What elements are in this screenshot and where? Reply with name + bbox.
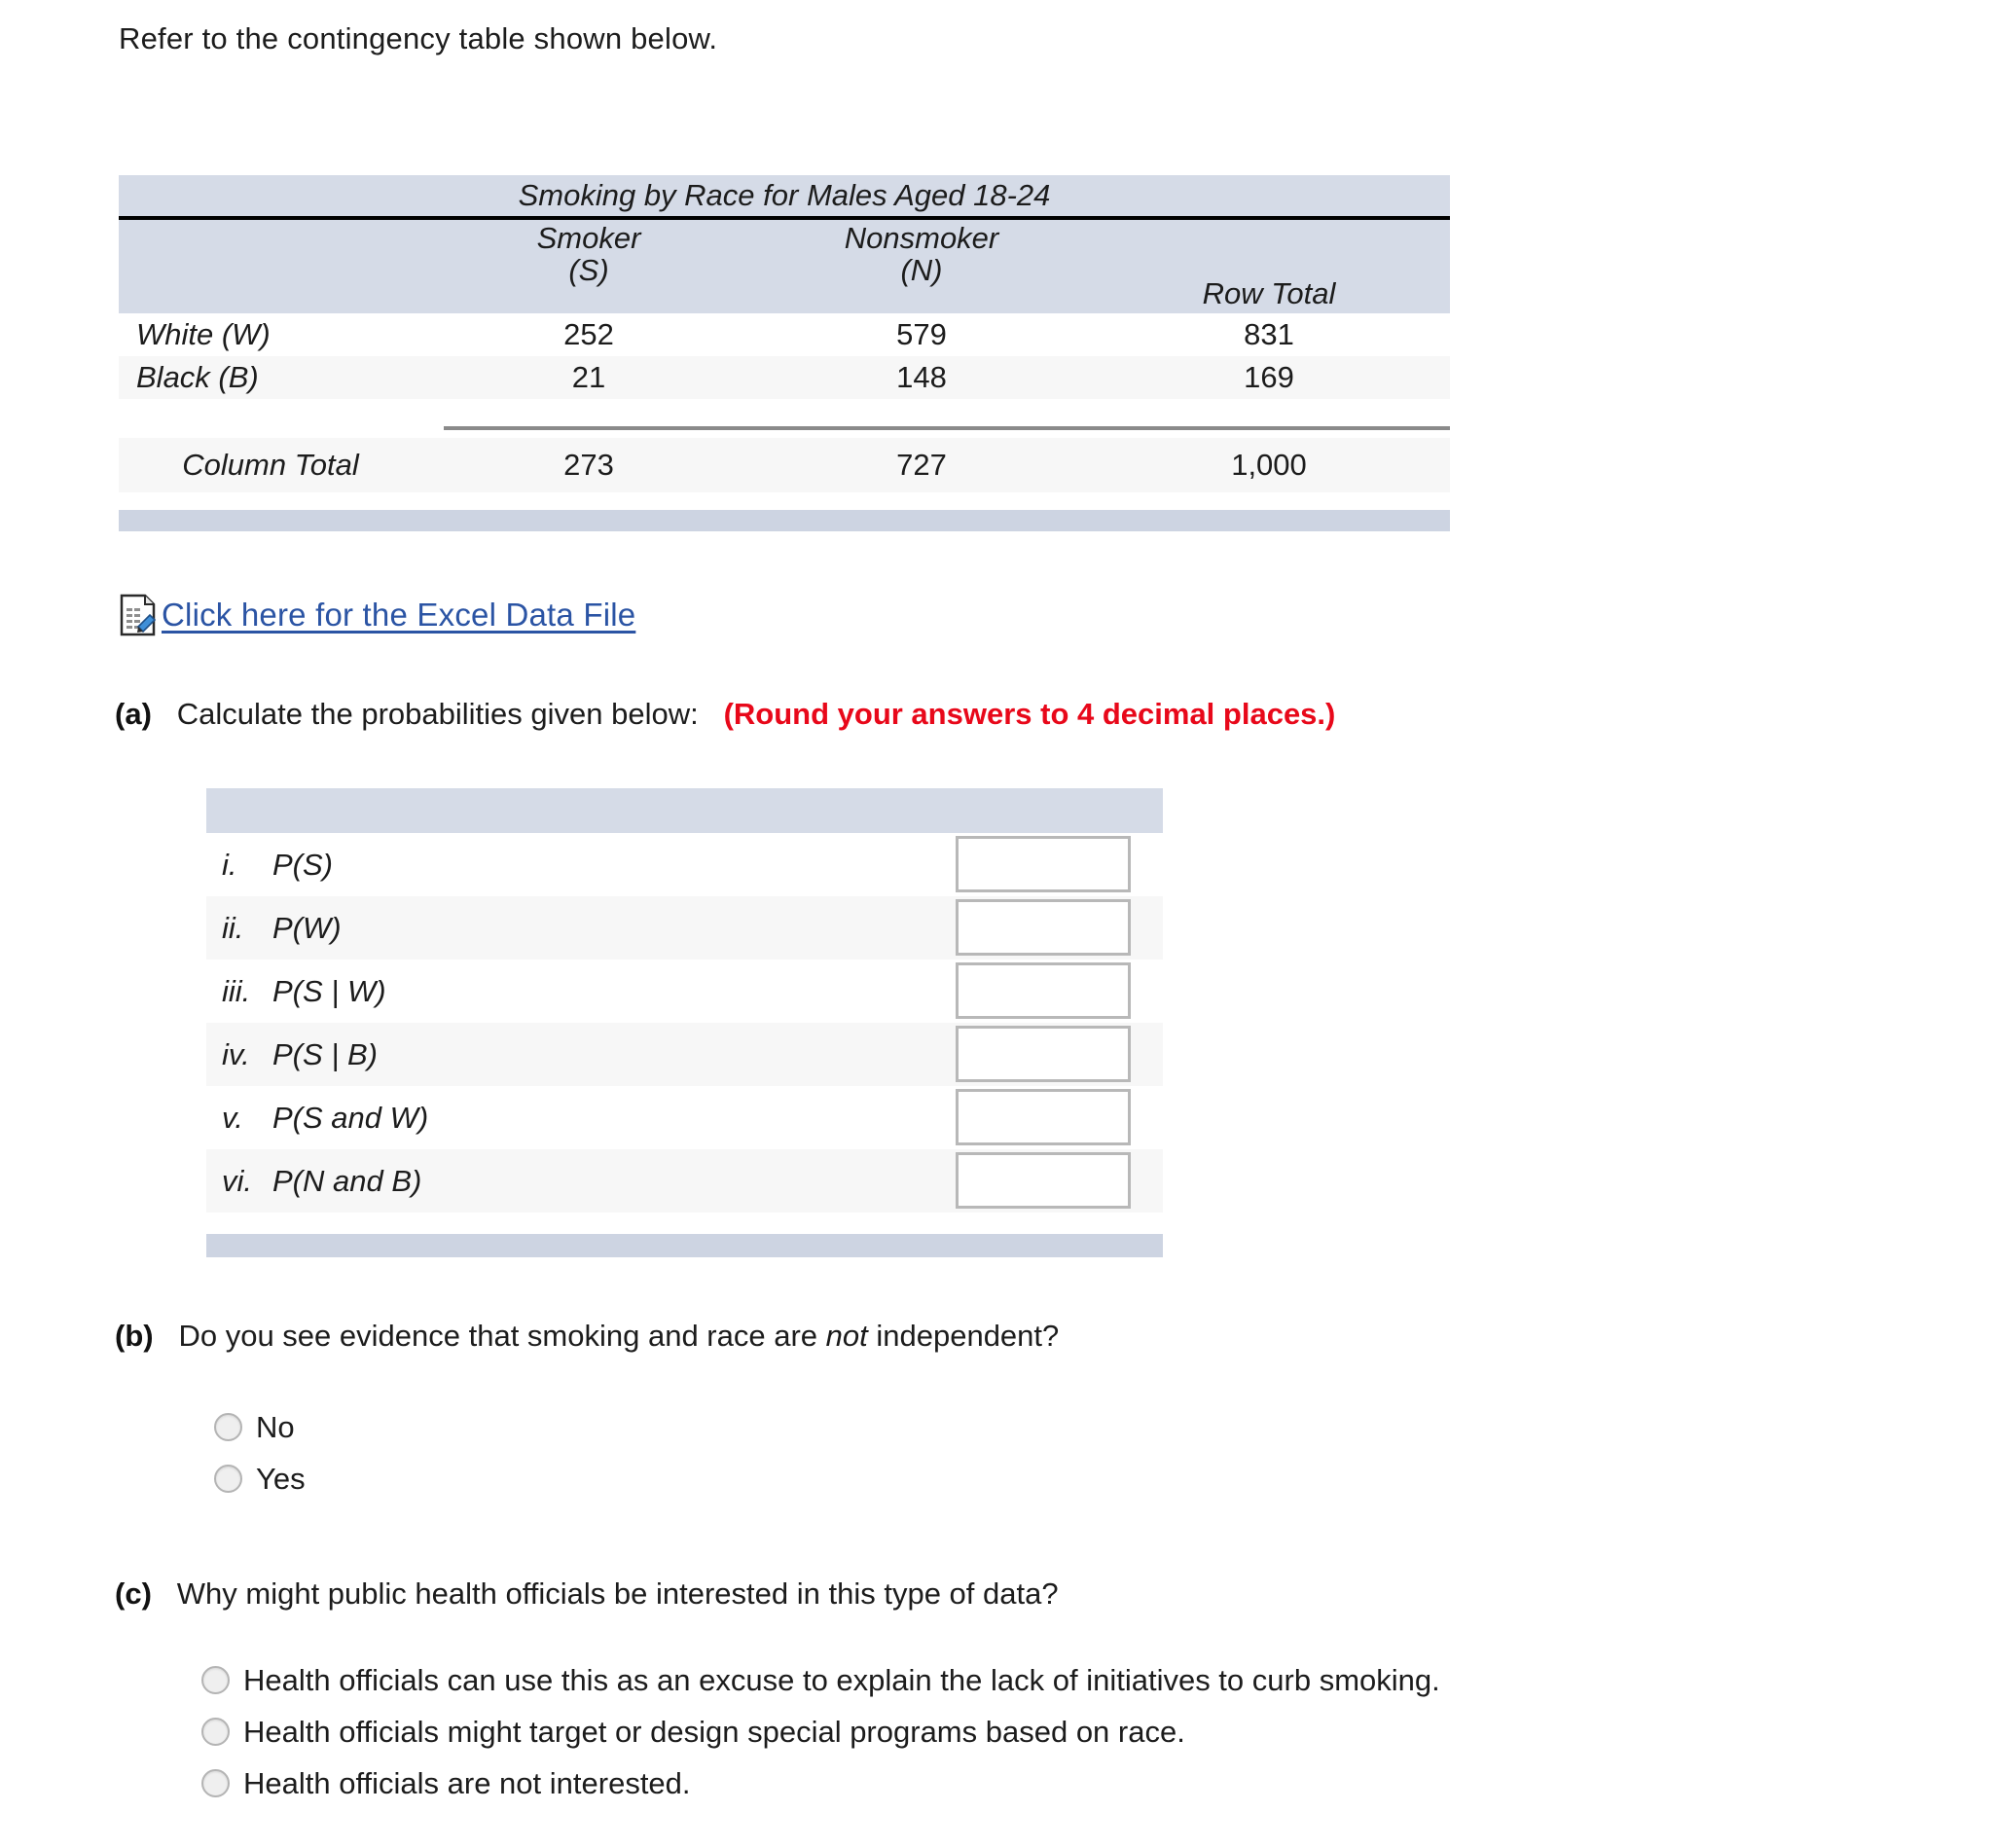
answer-expr-v: P(S and W) xyxy=(272,1100,429,1135)
header-nonsmoker: Nonsmoker (N) xyxy=(755,220,1088,313)
header-nonsmoker-line1: Nonsmoker xyxy=(844,221,999,255)
contingency-table: Smoking by Race for Males Aged 18-24 Smo… xyxy=(119,175,1450,531)
part-b-option-no[interactable]: No xyxy=(214,1401,306,1453)
answer-label-iii: iii. P(S | W) xyxy=(206,974,386,1009)
answer-label-ii: ii. P(W) xyxy=(206,911,342,946)
answer-expr-iv: P(S | B) xyxy=(272,1036,378,1071)
answer-numeral-iii: iii. xyxy=(222,973,251,1008)
answer-expr-iii: P(S | W) xyxy=(272,973,386,1008)
excel-data-file-link-row[interactable]: Click here for the Excel Data File xyxy=(119,594,635,636)
answer-table-footer-band xyxy=(206,1234,1163,1257)
row-label-black: Black (B) xyxy=(136,360,259,394)
part-c-option-2-label[interactable]: Health officials might target or design … xyxy=(243,1715,1185,1750)
part-c-option-3-label[interactable]: Health officials are not interested. xyxy=(243,1766,691,1801)
header-smoker: Smoker (S) xyxy=(422,220,755,313)
white-smoker-value: 252 xyxy=(563,317,614,351)
contingency-table-header-row: Smoker (S) Nonsmoker (N) Row Total xyxy=(119,220,1450,313)
part-b-prompt-before: Do you see evidence that smoking and rac… xyxy=(178,1319,826,1353)
answer-numeral-i: i. xyxy=(222,847,237,882)
answer-label-iv: iv. P(S | B) xyxy=(206,1037,378,1072)
answer-input-ps-and-w[interactable] xyxy=(956,1089,1131,1145)
table-row-gap xyxy=(119,399,1450,417)
answer-input-ps-given-w[interactable] xyxy=(956,962,1131,1019)
part-b-prompt-after: independent? xyxy=(867,1319,1060,1353)
white-row-total-value: 831 xyxy=(1244,317,1294,351)
header-row-total-label: Row Total xyxy=(1202,275,1336,310)
contingency-table-footer-band xyxy=(119,510,1450,531)
grand-total-value: 1,000 xyxy=(1231,448,1307,482)
white-nonsmoker-value: 579 xyxy=(896,317,947,351)
column-total-row: Column Total 273 727 1,000 xyxy=(119,438,1450,492)
answer-input-pn-and-b[interactable] xyxy=(956,1152,1131,1209)
answer-expr-vi: P(N and B) xyxy=(272,1163,422,1198)
part-b-option-yes[interactable]: Yes xyxy=(214,1453,306,1504)
radio-icon[interactable] xyxy=(201,1718,230,1746)
part-b-prompt-italic: not xyxy=(825,1319,868,1353)
answer-input-pw[interactable] xyxy=(956,899,1131,956)
part-a-rounding-note: (Round your answers to 4 decimal places.… xyxy=(723,697,1336,731)
part-a-marker: (a) xyxy=(115,697,152,731)
black-row-total-value: 169 xyxy=(1244,360,1294,394)
part-b-prompt: (b) Do you see evidence that smoking and… xyxy=(115,1319,1059,1354)
list-item: i. P(S) xyxy=(206,833,1163,896)
page-intro-text: Refer to the contingency table shown bel… xyxy=(119,21,718,55)
part-c-option-1[interactable]: Health officials can use this as an excu… xyxy=(201,1654,1440,1706)
excel-data-file-link[interactable]: Click here for the Excel Data File xyxy=(162,597,635,634)
part-c-prompt: (c) Why might public health officials be… xyxy=(115,1576,1059,1612)
header-smoker-line1: Smoker xyxy=(536,221,641,255)
answer-expr-ii: P(W) xyxy=(272,910,342,945)
radio-icon[interactable] xyxy=(201,1769,230,1797)
part-c-radio-group: Health officials can use this as an excu… xyxy=(201,1654,1440,1809)
part-c-option-3[interactable]: Health officials are not interested. xyxy=(201,1757,1440,1809)
contingency-table-title: Smoking by Race for Males Aged 18-24 xyxy=(119,175,1450,216)
part-c-option-1-label[interactable]: Health officials can use this as an excu… xyxy=(243,1663,1440,1698)
header-nonsmoker-line2: (N) xyxy=(900,253,943,288)
answer-numeral-iv: iv. xyxy=(222,1036,250,1071)
list-item: iv. P(S | B) xyxy=(206,1023,1163,1086)
answer-label-v: v. P(S and W) xyxy=(206,1101,428,1136)
part-b-radio-group: No Yes xyxy=(214,1401,306,1504)
answer-label-vi: vi. P(N and B) xyxy=(206,1164,421,1199)
list-item: iii. P(S | W) xyxy=(206,960,1163,1023)
part-b-option-no-label[interactable]: No xyxy=(256,1410,295,1445)
part-c-marker: (c) xyxy=(115,1576,152,1611)
answer-table-footer-gap xyxy=(206,1213,1163,1234)
table-row: White (W) 252 579 831 xyxy=(119,313,1450,356)
column-total-nonsmoker-value: 727 xyxy=(896,448,947,482)
answer-table-header-band xyxy=(206,788,1163,833)
part-b-marker: (b) xyxy=(115,1319,154,1353)
list-item: vi. P(N and B) xyxy=(206,1149,1163,1213)
black-smoker-value: 21 xyxy=(571,360,606,394)
part-a-prompt-text: Calculate the probabilities given below: xyxy=(176,697,699,731)
answer-label-i: i. P(S) xyxy=(206,848,333,883)
radio-icon[interactable] xyxy=(214,1465,242,1493)
spreadsheet-document-icon xyxy=(119,594,158,636)
answer-numeral-ii: ii. xyxy=(222,910,244,945)
answer-input-ps-given-b[interactable] xyxy=(956,1026,1131,1082)
column-total-label: Column Total xyxy=(182,448,359,482)
header-row-total: Row Total xyxy=(1088,275,1450,313)
part-b-option-yes-label[interactable]: Yes xyxy=(256,1462,306,1497)
answer-input-ps[interactable] xyxy=(956,836,1131,892)
black-nonsmoker-value: 148 xyxy=(896,360,947,394)
column-total-smoker-value: 273 xyxy=(563,448,614,482)
answer-expr-i: P(S) xyxy=(272,847,333,882)
column-total-separator xyxy=(119,417,1450,438)
part-c-option-2[interactable]: Health officials might target or design … xyxy=(201,1706,1440,1757)
answer-numeral-vi: vi. xyxy=(222,1163,252,1198)
answer-numeral-v: v. xyxy=(222,1100,243,1135)
header-smoker-line2: (S) xyxy=(568,253,609,288)
radio-icon[interactable] xyxy=(214,1413,242,1441)
row-label-white: White (W) xyxy=(136,317,271,351)
probability-answer-table: i. P(S) ii. P(W) iii. P(S | W) iv. P(S | B) … xyxy=(206,788,1163,1257)
table-row: Black (B) 21 148 169 xyxy=(119,356,1450,399)
list-item: ii. P(W) xyxy=(206,896,1163,960)
header-corner-blank xyxy=(119,220,422,313)
part-a-prompt: (a) Calculate the probabilities given be… xyxy=(115,697,1335,732)
radio-icon[interactable] xyxy=(201,1666,230,1694)
table-footer-gap xyxy=(119,492,1450,510)
list-item: v. P(S and W) xyxy=(206,1086,1163,1149)
part-c-prompt-text: Why might public health officials be int… xyxy=(176,1576,1059,1611)
